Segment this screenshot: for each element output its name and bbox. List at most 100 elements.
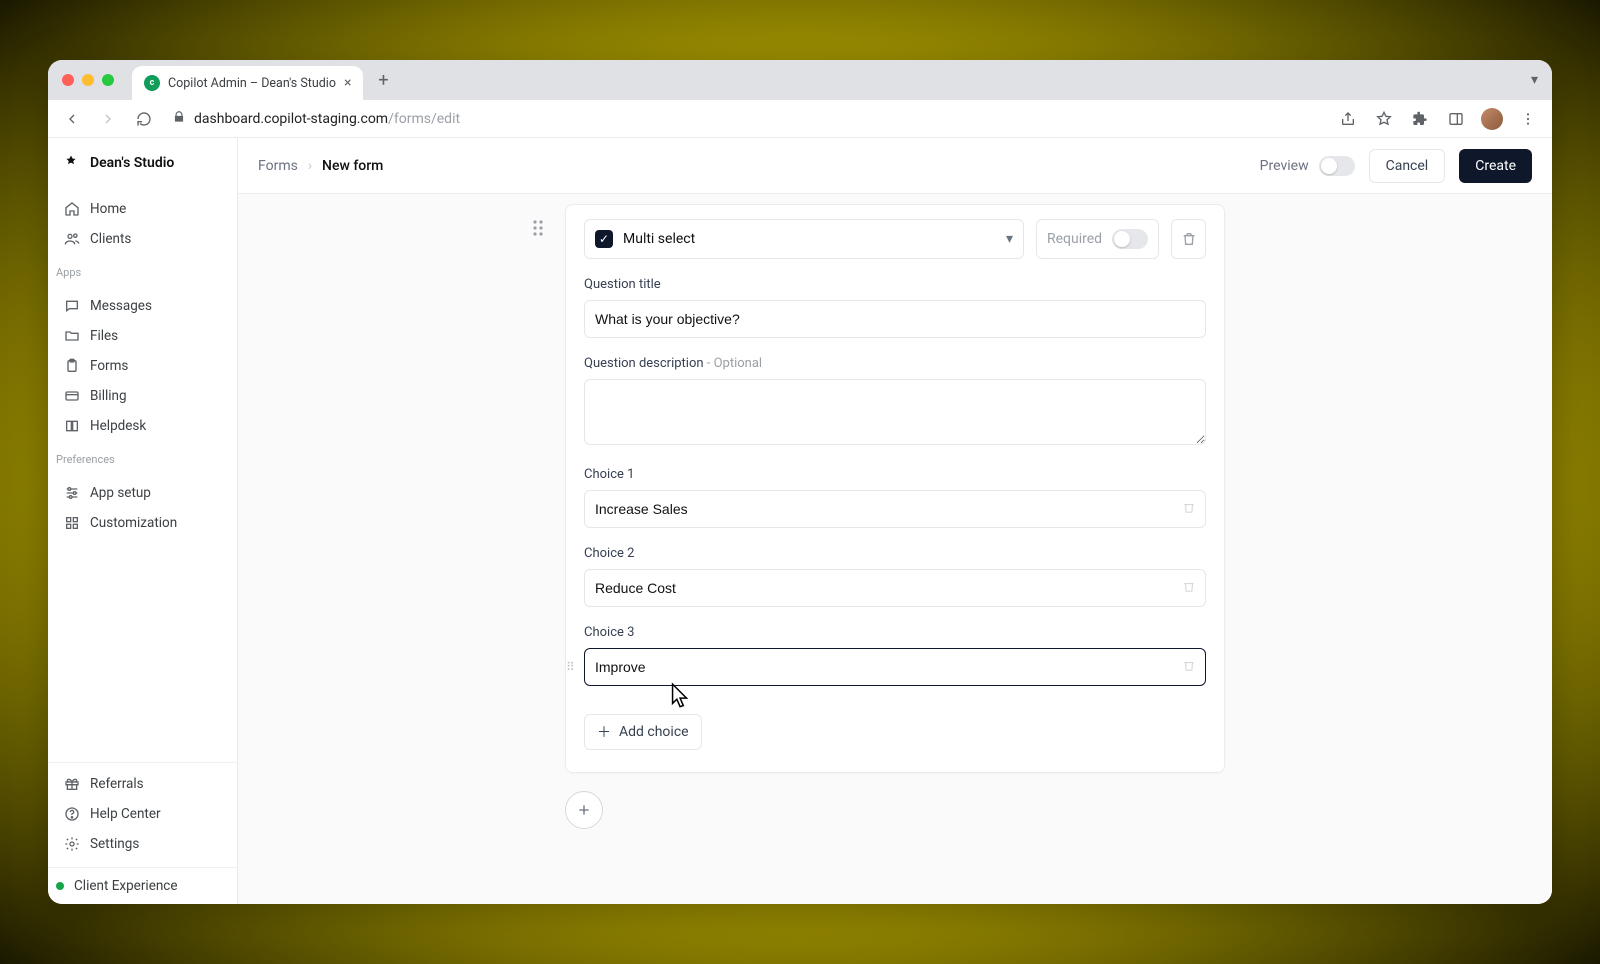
choice-2-input[interactable] [584, 569, 1206, 607]
new-tab-button[interactable]: + [369, 66, 397, 94]
choice-1-row [584, 490, 1206, 528]
choice-2-label: Choice 2 [584, 546, 1206, 561]
breadcrumb-root[interactable]: Forms [258, 158, 298, 174]
sidebar: Dean's Studio Home Clients Apps Messages [48, 138, 238, 904]
sidebar-item-helpdesk[interactable]: Helpdesk [56, 411, 229, 441]
breadcrumb: Forms › New form [258, 158, 383, 174]
question-type-row: ✓ Multi select ▾ Required [584, 219, 1206, 259]
nav-group-prefs: App setup Customization [48, 472, 237, 540]
url-host: dashboard.copilot-staging.com [194, 111, 388, 127]
sidebar-item-label: Customization [90, 515, 177, 531]
tab-close-icon[interactable]: × [344, 76, 351, 90]
sidebar-item-files[interactable]: Files [56, 321, 229, 351]
add-choice-label: Add choice [619, 724, 689, 740]
bookmark-star-icon[interactable] [1370, 105, 1398, 133]
create-button[interactable]: Create [1459, 149, 1532, 183]
choice-3-label: Choice 3 [584, 625, 1206, 640]
sidebar-item-label: Home [90, 201, 126, 217]
add-choice-button[interactable]: ＋ Add choice [584, 714, 702, 750]
sidebar-item-customization[interactable]: Customization [56, 508, 229, 538]
sidebar-item-label: Forms [90, 358, 128, 374]
question-desc-input[interactable] [584, 379, 1206, 445]
minimize-window-button[interactable] [82, 74, 94, 86]
plus-icon [576, 802, 592, 818]
workspace-brand[interactable]: Dean's Studio [48, 138, 237, 188]
sidebar-item-app-setup[interactable]: App setup [56, 478, 229, 508]
browser-toolbar: dashboard.copilot-staging.com/forms/edit [48, 100, 1552, 138]
app-shell: Dean's Studio Home Clients Apps Messages [48, 138, 1552, 904]
help-icon [64, 806, 80, 822]
home-icon [64, 201, 80, 217]
gift-icon [64, 776, 80, 792]
page-header: Forms › New form Preview Cancel Create [238, 138, 1552, 194]
sidebar-item-label: Helpdesk [90, 418, 146, 434]
forward-button[interactable] [94, 105, 122, 133]
choice-3-input[interactable] [584, 648, 1206, 686]
create-button-label: Create [1475, 158, 1516, 174]
share-icon[interactable] [1334, 105, 1362, 133]
delete-question-button[interactable] [1171, 219, 1206, 259]
choice-1-label: Choice 1 [584, 467, 1206, 482]
back-button[interactable] [58, 105, 86, 133]
sidebar-item-label: Billing [90, 388, 127, 404]
choice-3-row: ⠿ [584, 648, 1206, 686]
sidebar-item-help-center[interactable]: Help Center [56, 799, 229, 829]
preview-toggle-group: Preview [1260, 156, 1355, 176]
status-dot-icon [56, 882, 64, 890]
sidebar-item-billing[interactable]: Billing [56, 381, 229, 411]
chevron-down-icon: ▾ [1006, 231, 1013, 247]
question-title-label: Question title [584, 277, 1206, 292]
sidebar-item-referrals[interactable]: Referrals [56, 769, 229, 799]
nav-group-top: Home Clients [48, 188, 237, 256]
address-bar[interactable]: dashboard.copilot-staging.com/forms/edit [172, 109, 460, 128]
sidebar-item-clients[interactable]: Clients [56, 224, 229, 254]
browser-tab[interactable]: c Copilot Admin – Dean's Studio × [132, 66, 363, 100]
question-title-input[interactable] [584, 300, 1206, 338]
trash-icon [1181, 231, 1197, 247]
choice-3-delete-icon[interactable] [1182, 658, 1196, 677]
cancel-button[interactable]: Cancel [1369, 149, 1446, 183]
breadcrumb-current: New form [322, 158, 383, 174]
profile-avatar[interactable] [1478, 105, 1506, 133]
sidebar-item-forms[interactable]: Forms [56, 351, 229, 381]
add-block-button[interactable] [565, 791, 603, 829]
sidebar-item-home[interactable]: Home [56, 194, 229, 224]
kebab-menu-icon[interactable] [1514, 105, 1542, 133]
client-experience-link[interactable]: Client Experience [48, 867, 237, 904]
cancel-button-label: Cancel [1386, 158, 1429, 174]
main-column: Forms › New form Preview Cancel Create [238, 138, 1552, 904]
lock-icon [172, 109, 186, 128]
book-icon [64, 418, 80, 434]
sidebar-item-messages[interactable]: Messages [56, 291, 229, 321]
sidebar-item-label: Files [90, 328, 118, 344]
sidebar-item-label: Settings [90, 836, 139, 852]
question-desc-optional: - Optional [704, 356, 763, 371]
question-card: ✓ Multi select ▾ Required [565, 204, 1225, 773]
url-text: dashboard.copilot-staging.com/forms/edit [194, 111, 460, 127]
client-experience-label: Client Experience [74, 878, 178, 894]
editor-canvas: ✓ Multi select ▾ Required [238, 194, 1552, 904]
tab-title: Copilot Admin – Dean's Studio [168, 76, 336, 91]
clipboard-icon [64, 358, 80, 374]
reload-button[interactable] [130, 105, 158, 133]
tabs-overflow-icon[interactable]: ▾ [1531, 72, 1538, 88]
plus-icon: ＋ [597, 722, 611, 742]
choice-1-delete-icon[interactable] [1182, 500, 1196, 519]
question-type-select[interactable]: ✓ Multi select ▾ [584, 219, 1024, 259]
sidebar-item-label: Messages [90, 298, 152, 314]
maximize-window-button[interactable] [102, 74, 114, 86]
sidebar-item-settings[interactable]: Settings [56, 829, 229, 859]
brand-name: Dean's Studio [90, 155, 174, 171]
block-drag-handle-icon[interactable] [531, 218, 545, 242]
sidebar-item-label: Referrals [90, 776, 144, 792]
url-path: /forms/edit [388, 111, 460, 127]
choice-drag-handle-icon[interactable]: ⠿ [566, 660, 575, 674]
close-window-button[interactable] [62, 74, 74, 86]
side-panel-icon[interactable] [1442, 105, 1470, 133]
required-switch[interactable] [1112, 229, 1148, 249]
choice-1-input[interactable] [584, 490, 1206, 528]
choice-2-delete-icon[interactable] [1182, 579, 1196, 598]
extensions-icon[interactable] [1406, 105, 1434, 133]
preview-switch[interactable] [1319, 156, 1355, 176]
sliders-icon [64, 485, 80, 501]
